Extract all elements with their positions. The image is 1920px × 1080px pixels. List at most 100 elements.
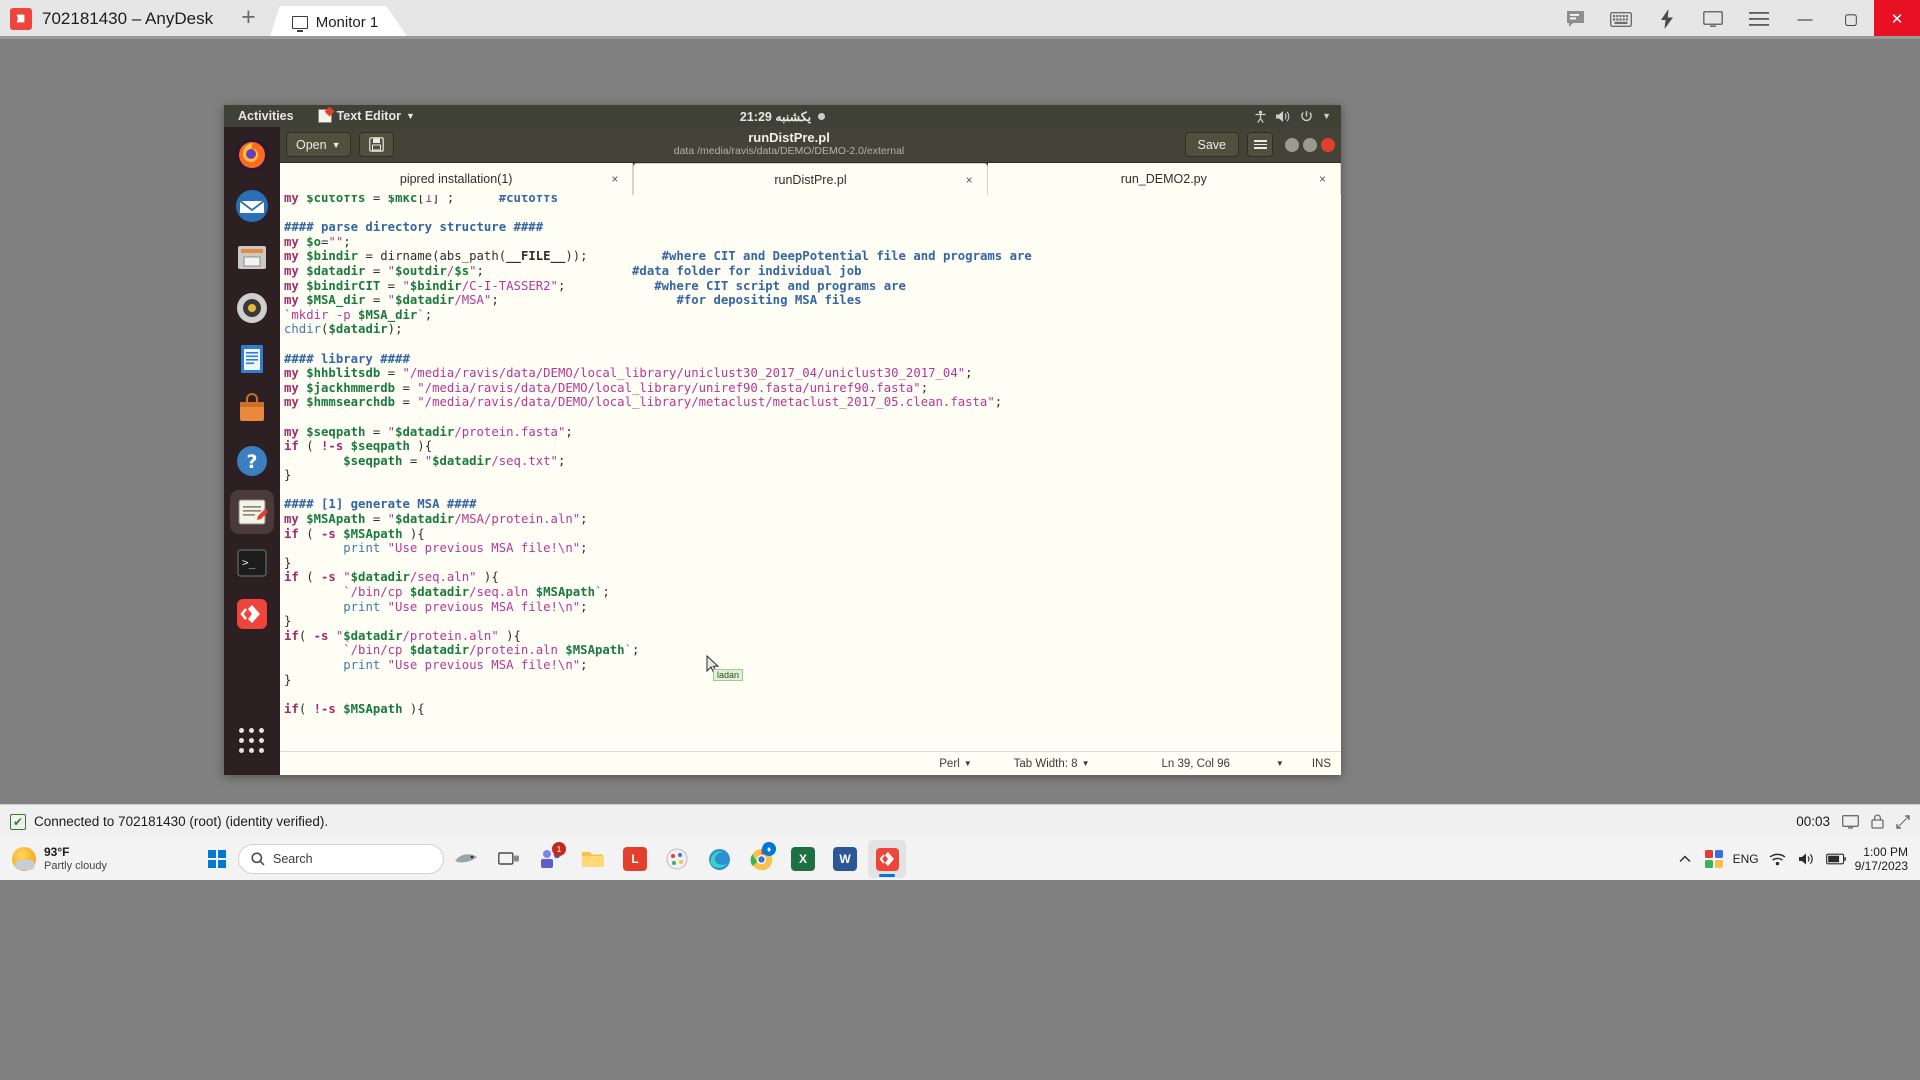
dock-item-thunderbird[interactable] (230, 184, 274, 228)
taskbar-app-edge[interactable] (700, 840, 738, 878)
code-token: `mkdir -p (284, 307, 359, 322)
gedit-tab-close-icon[interactable]: × (1319, 172, 1326, 186)
gedit-title-block: runDistPre.pl data /media/ravis/data/DEM… (402, 130, 1177, 158)
gedit-tab-label: pipred installation(1) (399, 172, 513, 186)
code-line: my $MSA_dir = "$datadir/MSA"; #for depos… (284, 293, 1341, 308)
display-settings-icon[interactable] (1690, 0, 1736, 38)
maximize-button[interactable] (1303, 137, 1317, 152)
minimize-button[interactable] (1285, 137, 1299, 152)
gnome-clock[interactable]: 21:29 یکشنبه (224, 109, 1341, 124)
code-token: __FILE__ (506, 249, 566, 264)
gedit-tab-0[interactable]: pipred installation(1) × (280, 163, 634, 195)
lightning-icon[interactable] (1644, 0, 1690, 38)
code-token: 1 (424, 195, 433, 205)
chevron-down-icon[interactable]: ▼ (1276, 759, 1284, 768)
maximize-button[interactable]: ▢ (1828, 0, 1874, 38)
taskbar-app-taskview[interactable] (490, 840, 528, 878)
weather-widget[interactable]: 93°F Partly cloudy (0, 845, 200, 872)
minimize-button[interactable]: — (1782, 0, 1828, 38)
code-line: #### [1] generate MSA #### (284, 497, 1341, 512)
code-token: ] ; (432, 195, 455, 205)
gedit-hamburger-menu-icon[interactable] (1247, 132, 1273, 157)
search-box[interactable]: Search (238, 844, 444, 874)
gedit-tab-2[interactable]: run_DEMO2.py × (987, 163, 1341, 195)
show-applications-button[interactable] (230, 719, 274, 763)
tray-apps-icon[interactable] (1704, 849, 1724, 869)
dock-item-help[interactable]: ? (230, 439, 274, 483)
chat-icon[interactable] (1552, 0, 1598, 38)
code-token: -s (313, 628, 329, 643)
code-line: my $o=""; (284, 235, 1341, 250)
taskbar-center-group: Search 1 L ♦ X W (200, 840, 1675, 878)
anydesk-tab-monitor-1[interactable]: Monitor 1 (270, 6, 409, 38)
dock-item-files[interactable] (230, 235, 274, 279)
tray-chevron-up-icon[interactable] (1675, 849, 1695, 869)
remote-desktop-canvas[interactable]: Activities Text Editor ▼ 21:29 یکشنبه ▼ (0, 39, 1920, 804)
dock-item-rhythmbox[interactable] (230, 286, 274, 330)
start-button[interactable] (200, 842, 234, 876)
gedit-tab-1[interactable]: runDistPre.pl × (633, 163, 988, 195)
dock-item-libreoffice-writer[interactable] (230, 337, 274, 381)
code-token: ; (994, 395, 1003, 410)
open-button[interactable]: Open ▼ (286, 132, 351, 157)
code-token: $seqpath (306, 424, 366, 439)
gedit-tab-close-icon[interactable]: × (611, 172, 618, 186)
save-button[interactable]: Save (1184, 132, 1239, 157)
taskbar-app-anydesk[interactable] (868, 840, 906, 878)
new-session-tab-button[interactable]: + (241, 4, 256, 34)
hamburger-menu-icon[interactable] (1736, 0, 1782, 38)
anydesk-window-title: 702181430 – AnyDesk (42, 9, 214, 28)
gedit-tab-close-icon[interactable]: × (966, 173, 973, 187)
taskbar-app-unknown[interactable] (448, 840, 486, 878)
battery-icon[interactable] (1825, 849, 1846, 869)
code-line: my $MSApath = "$datadir/MSA/protein.aln"… (284, 512, 1341, 527)
code-token: $datadir (432, 453, 492, 468)
keyboard-icon[interactable] (1598, 0, 1644, 38)
code-line: my $hhblitsdb = "/media/ravis/data/DEMO/… (284, 366, 1341, 381)
anydesk-status-bar: ✔ Connected to 702181430 (root) (identit… (0, 804, 1920, 838)
screen-icon[interactable] (1842, 814, 1859, 829)
dock-item-anydesk[interactable] (230, 592, 274, 636)
taskbar-app-word[interactable]: W (826, 840, 864, 878)
taskbar-app-chrome[interactable]: ♦ (742, 840, 780, 878)
taskbar-clock[interactable]: 1:00 PM 9/17/2023 (1855, 845, 1908, 874)
taskbar-app-excel[interactable]: X (784, 840, 822, 878)
code-token: my (284, 512, 307, 527)
taskbar-app-paint[interactable] (658, 840, 696, 878)
dock-item-firefox[interactable] (230, 133, 274, 177)
code-token: ; (580, 541, 588, 556)
wifi-icon[interactable] (1768, 849, 1788, 869)
connection-status-message: Connected to 702181430 (root) (identity … (34, 814, 329, 829)
code-token: $seqpath (343, 453, 403, 468)
taskbar-app-teams[interactable]: 1 (532, 840, 570, 878)
code-token: "" (328, 234, 344, 249)
taskbar-app-explorer[interactable] (574, 840, 612, 878)
code-token: #for depositing MSA files (676, 293, 862, 308)
taskbar-app-lens[interactable]: L (616, 840, 654, 878)
close-button[interactable] (1321, 137, 1335, 152)
gnome-desktop-window: Activities Text Editor ▼ 21:29 یکشنبه ▼ (224, 105, 1341, 775)
save-as-button[interactable] (358, 132, 394, 157)
code-token: $datadir (328, 322, 388, 337)
resize-icon[interactable] (1896, 814, 1910, 829)
dock-item-software[interactable] (230, 388, 274, 432)
close-button[interactable]: ✕ (1874, 0, 1920, 38)
lock-icon[interactable] (1871, 814, 1884, 829)
code-line: chdir($datadir); (284, 322, 1341, 337)
code-token: my (284, 263, 307, 278)
volume-icon[interactable] (1797, 849, 1817, 869)
tab-width-selector[interactable]: Tab Width: 8 ▼ (1014, 758, 1090, 770)
dock-item-text-editor[interactable] (230, 490, 274, 534)
input-language-indicator[interactable]: ENG (1733, 852, 1759, 866)
code-token: = (395, 395, 418, 410)
dock-item-terminal[interactable]: >_ (230, 541, 274, 585)
code-line: my $hmmsearchdb = "/media/ravis/data/DEM… (284, 395, 1341, 410)
code-editor-area[interactable]: my $cutoffs = $mkc[1] ; #cutoffs #### pa… (280, 195, 1341, 751)
language-selector[interactable]: Perl ▼ (939, 758, 971, 770)
code-token: `/bin/cp (343, 643, 410, 658)
code-token: ; (424, 307, 433, 322)
search-placeholder-label: Search (273, 852, 313, 866)
